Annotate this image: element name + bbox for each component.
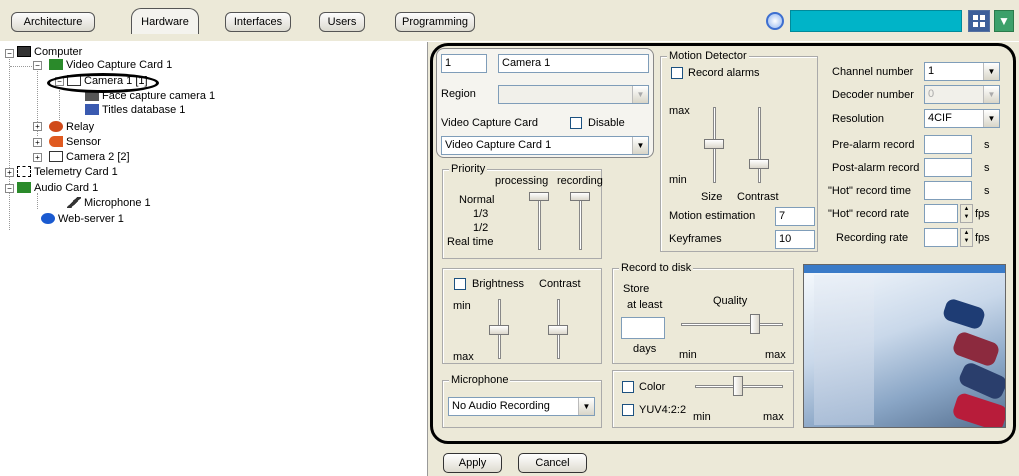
tree-item-video-capture-card[interactable]: Video Capture Card 1: [49, 59, 172, 72]
tree-item-web-server[interactable]: Web-server 1: [41, 213, 124, 226]
collapse-down-icon[interactable]: ▼: [994, 10, 1014, 32]
relay-icon: [49, 121, 63, 132]
computer-icon: [17, 46, 31, 57]
tab-architecture[interactable]: Architecture: [11, 12, 95, 32]
expand-toggle[interactable]: +: [33, 122, 42, 131]
camera-icon: [49, 151, 63, 162]
expand-toggle[interactable]: +: [5, 168, 14, 177]
tree-item-audio-card[interactable]: Audio Card 1: [17, 182, 98, 195]
top-tab-bar: Architecture Hardware Interfaces Users P…: [0, 0, 1019, 42]
cancel-button[interactable]: Cancel: [518, 453, 587, 473]
tab-users[interactable]: Users: [319, 12, 365, 32]
tree-item-relay[interactable]: Relay: [49, 121, 94, 134]
sensor-icon: [49, 136, 63, 147]
settings-panel: 1 Camera 1 Region ▼ Video Capture Card D…: [428, 42, 1019, 446]
highlight-ellipse: [47, 73, 159, 93]
tree-item-titles-database[interactable]: Titles database 1: [85, 104, 185, 117]
tree-item-camera-2[interactable]: Camera 2 [2]: [49, 151, 130, 164]
collapse-toggle[interactable]: −: [33, 61, 42, 70]
hardware-tree: − Computer − Video Capture Card 1 − Came…: [0, 42, 428, 476]
board-icon: [17, 182, 31, 193]
board-icon: [49, 59, 63, 70]
telemetry-icon: [17, 166, 31, 177]
database-icon: [85, 104, 99, 115]
tree-item-computer[interactable]: Computer: [17, 46, 82, 59]
tab-programming[interactable]: Programming: [395, 12, 475, 32]
tab-hardware[interactable]: Hardware: [131, 8, 199, 34]
status-indicator-bar: [790, 10, 962, 32]
expand-toggle[interactable]: +: [33, 138, 42, 147]
collapse-toggle[interactable]: −: [5, 184, 14, 193]
tree-item-sensor[interactable]: Sensor: [49, 136, 101, 149]
grid-view-icon[interactable]: [968, 10, 990, 32]
collapse-toggle[interactable]: −: [5, 49, 14, 58]
highlight-outline: [430, 43, 1016, 444]
tree-item-microphone[interactable]: Microphone 1: [67, 197, 151, 210]
tab-interfaces[interactable]: Interfaces: [225, 12, 291, 32]
microphone-icon: [67, 197, 81, 208]
apply-button[interactable]: Apply: [443, 453, 502, 473]
tree-item-telemetry[interactable]: Telemetry Card 1: [17, 166, 118, 179]
expand-toggle[interactable]: +: [33, 153, 42, 162]
globe-icon: [41, 213, 55, 224]
ring-icon[interactable]: [766, 12, 784, 30]
